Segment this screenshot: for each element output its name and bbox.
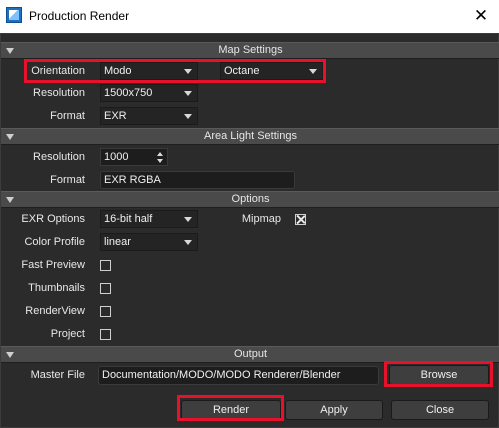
close-window-button[interactable]: ✕ [469, 5, 493, 27]
mipmap-checkbox[interactable] [295, 214, 306, 225]
app-icon [6, 7, 22, 23]
chevron-down-icon [184, 217, 192, 222]
area-light-format-field[interactable]: EXR RGBA [100, 171, 295, 189]
resolution-value: 1500x750 [104, 87, 153, 99]
project-label: Project [50, 328, 85, 340]
increment-arrow-icon[interactable] [157, 152, 163, 156]
decrement-arrow-icon[interactable] [157, 159, 163, 163]
dialog-body: Map Settings Orientation Modo Octane Res… [0, 33, 499, 428]
section-output[interactable]: Output [1, 346, 499, 363]
close-button[interactable]: Close [391, 400, 489, 420]
collapse-triangle-icon[interactable] [6, 352, 14, 358]
exr-options-value: 16-bit half [104, 213, 153, 225]
renderer-dropdown[interactable]: Octane [220, 62, 323, 80]
window-title: Production Render [29, 9, 130, 23]
render-button[interactable]: Render [181, 400, 281, 420]
renderview-checkbox[interactable] [100, 306, 111, 317]
thumbnails-checkbox[interactable] [100, 283, 111, 294]
project-checkbox[interactable] [100, 329, 111, 340]
section-title: Options [231, 193, 270, 205]
title-bar: Production Render ✕ [0, 0, 499, 33]
collapse-triangle-icon[interactable] [6, 197, 14, 203]
color-profile-label: Color Profile [24, 236, 85, 248]
format-label: Format [50, 110, 85, 122]
area-light-resolution-label: Resolution [33, 151, 85, 163]
color-profile-value: linear [104, 236, 131, 248]
resolution-label: Resolution [33, 87, 85, 99]
section-title: Map Settings [218, 44, 283, 56]
section-title: Output [233, 348, 268, 360]
renderview-label: RenderView [25, 305, 85, 317]
format-dropdown[interactable]: EXR [100, 107, 198, 125]
collapse-triangle-icon[interactable] [6, 48, 14, 54]
orientation-label: Orientation [31, 65, 85, 77]
orientation-dropdown[interactable]: Modo [100, 62, 198, 80]
exr-options-dropdown[interactable]: 16-bit half [100, 210, 198, 228]
chevron-down-icon [184, 114, 192, 119]
area-light-resolution-input[interactable]: 1000 [100, 148, 168, 166]
apply-button[interactable]: Apply [285, 400, 383, 420]
renderer-value: Octane [224, 65, 260, 77]
area-light-resolution-value: 1000 [104, 151, 129, 163]
chevron-down-icon [309, 69, 317, 74]
section-options[interactable]: Options [1, 191, 499, 208]
fast-preview-checkbox[interactable] [100, 260, 111, 271]
resolution-dropdown[interactable]: 1500x750 [100, 84, 198, 102]
fast-preview-label: Fast Preview [21, 259, 85, 271]
color-profile-dropdown[interactable]: linear [100, 233, 198, 251]
collapse-triangle-icon[interactable] [6, 134, 14, 140]
chevron-down-icon [184, 240, 192, 245]
section-map-settings[interactable]: Map Settings [1, 42, 499, 59]
chevron-down-icon [184, 91, 192, 96]
chevron-down-icon [184, 69, 192, 74]
section-title: Area Light Settings [204, 130, 297, 142]
format-value: EXR [104, 110, 127, 122]
section-area-light-settings[interactable]: Area Light Settings [1, 128, 499, 145]
browse-button[interactable]: Browse [389, 365, 489, 385]
orientation-value: Modo [104, 65, 132, 77]
mipmap-label: Mipmap [241, 213, 281, 225]
master-file-field[interactable]: Documentation/MODO/MODO Renderer/Blender [98, 366, 379, 385]
master-file-label: Master File [30, 369, 85, 381]
area-light-format-label: Format [50, 174, 85, 186]
exr-options-label: EXR Options [21, 213, 85, 225]
thumbnails-label: Thumbnails [28, 282, 85, 294]
